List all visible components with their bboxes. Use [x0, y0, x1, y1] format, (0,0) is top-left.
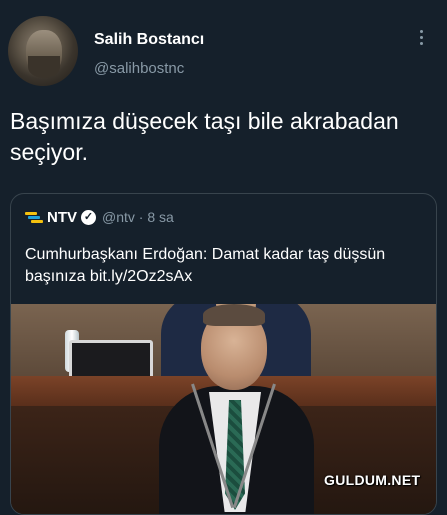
tweet-text: Başımıza düşecek taşı bile akrabadan seç… [10, 108, 399, 165]
author-handle[interactable]: @salihbostnc [94, 60, 184, 77]
quoted-text: Cumhurbaşkanı Erdoğan: Damat kadar taş d… [25, 246, 386, 285]
photo-speaker-hair [203, 304, 265, 326]
quoted-author-name[interactable]: NTV [47, 209, 77, 226]
avatar-beard [28, 56, 60, 78]
watermark: GULDUM.NET [324, 472, 421, 488]
quoted-header: NTV ✓ @ntv · 8 sa [25, 206, 174, 228]
quoted-handle-time: @ntv · 8 sa [102, 209, 174, 225]
avatar[interactable] [8, 16, 78, 86]
quoted-tweet[interactable]: NTV ✓ @ntv · 8 sa Cumhurbaşkanı Erdoğan:… [10, 193, 437, 515]
verified-badge-icon: ✓ [81, 209, 96, 225]
more-vertical-icon[interactable] [420, 30, 424, 45]
author-name[interactable]: Salih Bostancı [94, 31, 204, 49]
ntv-logo-icon [25, 210, 43, 224]
